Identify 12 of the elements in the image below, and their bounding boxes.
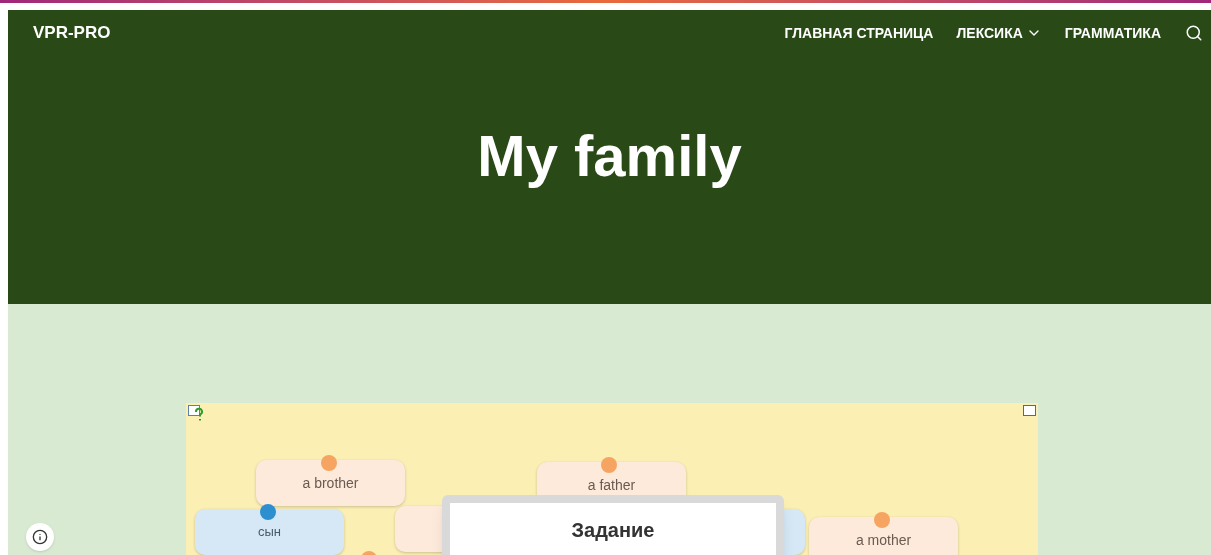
info-icon xyxy=(32,529,48,545)
word-card[interactable]: a brother xyxy=(256,460,405,506)
dialog-title: Задание xyxy=(571,518,655,543)
word-card[interactable]: a mother xyxy=(809,517,958,555)
site-logo[interactable]: VPR-PRO xyxy=(33,20,111,46)
nav-link[interactable]: ЛЕКСИКА xyxy=(956,22,1042,44)
fullscreen-icon[interactable] xyxy=(1023,405,1036,416)
help-icon[interactable] xyxy=(188,405,204,421)
nav-link[interactable]: ГЛАВНАЯ СТРАНИЦА xyxy=(784,22,934,44)
word-card[interactable]: сын xyxy=(195,509,344,555)
search-icon[interactable] xyxy=(1185,24,1203,42)
nav-link[interactable]: ГРАММАТИКА xyxy=(1064,22,1161,44)
